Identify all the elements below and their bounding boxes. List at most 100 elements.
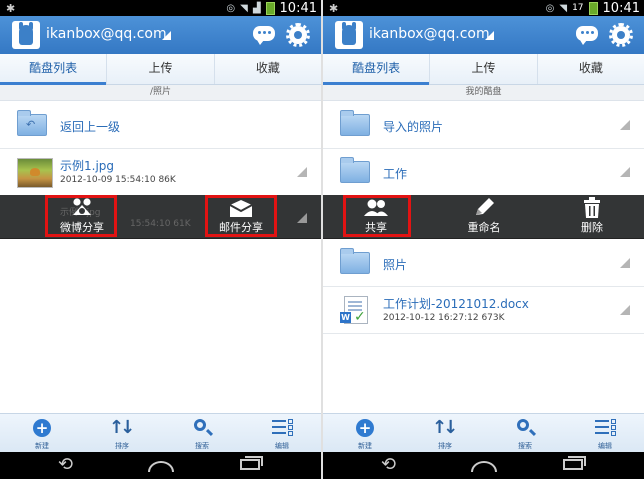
- toolbar-edit-label: 编辑: [598, 442, 612, 450]
- word-document-icon: W ✓: [340, 296, 370, 326]
- row-expand-caret-icon[interactable]: [297, 167, 307, 177]
- battery-icon: [588, 1, 598, 15]
- sort-arrows-icon: ↑↓: [109, 417, 135, 438]
- toolbar-edit-label: 编辑: [275, 442, 289, 450]
- folder-icon: [340, 110, 370, 136]
- edit-list-icon: [595, 418, 616, 438]
- folder-name: 工作: [383, 167, 408, 181]
- list-item-folder[interactable]: 工作: [323, 149, 644, 196]
- file-meta: 2012-10-09 15:54:10 86K: [60, 175, 176, 185]
- kuaipan-logo-icon: [12, 21, 40, 49]
- message-button[interactable]: [253, 26, 275, 45]
- delete-label: 删除: [581, 221, 603, 234]
- back-arrow-icon[interactable]: ⟲: [58, 456, 73, 474]
- gear-icon: [286, 23, 310, 47]
- file-name: 工作计划-20121012.docx: [383, 297, 529, 311]
- phone-screen-left: ✱ ◎ ◥ ▟ 10:41 ikanbox@qq.com 酷盘列表 上传 收藏: [0, 0, 321, 479]
- image-thumbnail: [17, 158, 53, 188]
- plus-circle-icon: +: [33, 419, 51, 437]
- system-nav-bar: ⟲: [0, 452, 321, 479]
- toolbar-sort-label: 排序: [438, 442, 452, 450]
- folder-icon: [340, 157, 370, 183]
- toolbar-sort-button[interactable]: ↑↓ 排序: [415, 414, 475, 452]
- list-item-file[interactable]: 示例1.jpg 2012-10-09 15:54:10 86K: [0, 149, 321, 196]
- battery-icon: [265, 1, 275, 15]
- breadcrumb: 我的酷盘: [323, 85, 644, 101]
- signal-badge: 17: [572, 3, 584, 13]
- gear-icon: [609, 23, 633, 47]
- edit-list-icon: [272, 418, 293, 438]
- account-dropdown-icon[interactable]: [162, 31, 171, 40]
- list-item-file[interactable]: W ✓ 工作计划-20121012.docx 2012-10-12 16:27:…: [323, 287, 644, 334]
- toolbar-edit-button[interactable]: 编辑: [575, 414, 635, 452]
- tab-disk-list[interactable]: 酷盘列表: [0, 54, 108, 85]
- recent-apps-icon[interactable]: [240, 456, 263, 470]
- tab-disk-list[interactable]: 酷盘列表: [323, 54, 431, 85]
- folder-action-bar: 共享 重命名 删除: [323, 195, 644, 239]
- bottom-toolbar: + 新建 ↑↓ 排序 搜索 编辑: [0, 413, 321, 452]
- rename-label: 重命名: [467, 221, 501, 234]
- account-name[interactable]: ikanbox@qq.com: [46, 26, 167, 42]
- status-bar: ✱ ◎ ◥ ▟ 10:41: [0, 0, 321, 16]
- toolbar-search-button[interactable]: 搜索: [495, 414, 555, 452]
- account-dropdown-icon[interactable]: [485, 31, 494, 40]
- tab-favorites[interactable]: 收藏: [215, 54, 321, 84]
- chat-bubble-icon: [576, 26, 598, 45]
- toolbar-sort-button[interactable]: ↑↓ 排序: [92, 414, 152, 452]
- row-expand-caret-icon[interactable]: [620, 167, 630, 177]
- pen-icon: [476, 198, 494, 215]
- list-item-back[interactable]: ↶ 返回上一级: [0, 102, 321, 149]
- chat-bubble-icon: [253, 26, 275, 45]
- file-meta: 2012-10-12 16:27:12 673K: [383, 313, 505, 323]
- folder-name: 导入的照片: [383, 120, 444, 134]
- toolbar-search-label: 搜索: [518, 442, 532, 450]
- home-icon[interactable]: [148, 461, 174, 472]
- toolbar-search-button[interactable]: 搜索: [172, 414, 232, 452]
- status-time: 10:41: [279, 0, 317, 16]
- main-tabs: 酷盘列表 上传 收藏: [323, 54, 644, 85]
- toolbar-new-button[interactable]: + 新建: [335, 414, 395, 452]
- back-label: 返回上一级: [60, 120, 121, 134]
- highlight-box: [343, 195, 411, 237]
- file-name: 示例1.jpg: [60, 159, 115, 173]
- search-icon: [194, 419, 206, 431]
- status-bar: ✱ ◎ ◥ 17 10:41: [323, 0, 644, 16]
- row-expand-caret-icon[interactable]: [620, 258, 630, 268]
- toolbar-new-label: 新建: [35, 442, 49, 450]
- list-item-folder[interactable]: 导入的照片: [323, 102, 644, 149]
- message-button[interactable]: [576, 26, 598, 45]
- list-item-folder[interactable]: 照片: [323, 240, 644, 287]
- tab-favorites[interactable]: 收藏: [538, 54, 644, 84]
- recent-apps-icon[interactable]: [563, 456, 586, 470]
- row-expand-caret-icon[interactable]: [620, 305, 630, 315]
- settings-button[interactable]: [609, 23, 633, 47]
- signal-icon: ▟: [252, 2, 261, 14]
- title-bar: ikanbox@qq.com: [323, 16, 644, 54]
- toolbar-new-button[interactable]: + 新建: [12, 414, 72, 452]
- file-action-bar: 示例2.jpg 15:54:10 61K 微博分享 邮件分享: [0, 195, 321, 239]
- bottom-toolbar: + 新建 ↑↓ 排序 搜索 编辑: [323, 413, 644, 452]
- delete-button[interactable]: 删除: [559, 195, 625, 238]
- tab-upload[interactable]: 上传: [430, 54, 538, 84]
- rename-button[interactable]: 重命名: [451, 195, 517, 238]
- row-expand-caret-icon[interactable]: [620, 120, 630, 130]
- back-arrow-icon[interactable]: ⟲: [381, 456, 396, 474]
- account-name[interactable]: ikanbox@qq.com: [369, 26, 490, 42]
- tab-upload[interactable]: 上传: [107, 54, 215, 84]
- alarm-icon: ◎: [545, 2, 555, 14]
- wifi-icon: ◥: [240, 2, 248, 14]
- toolbar-edit-button[interactable]: 编辑: [252, 414, 312, 452]
- toolbar-sort-label: 排序: [115, 442, 129, 450]
- usb-debug-icon: ✱: [329, 2, 339, 15]
- folder-icon: [340, 248, 370, 274]
- system-nav-bar: ⟲: [323, 452, 644, 479]
- sort-arrows-icon: ↑↓: [432, 417, 458, 438]
- home-icon[interactable]: [471, 461, 497, 472]
- wifi-icon: ◥: [559, 2, 568, 14]
- main-tabs: 酷盘列表 上传 收藏: [0, 54, 321, 85]
- highlight-box: [45, 195, 117, 237]
- breadcrumb: /照片: [0, 85, 321, 101]
- trash-icon: [584, 197, 600, 218]
- settings-button[interactable]: [286, 23, 310, 47]
- row-expand-caret-icon[interactable]: [297, 213, 307, 223]
